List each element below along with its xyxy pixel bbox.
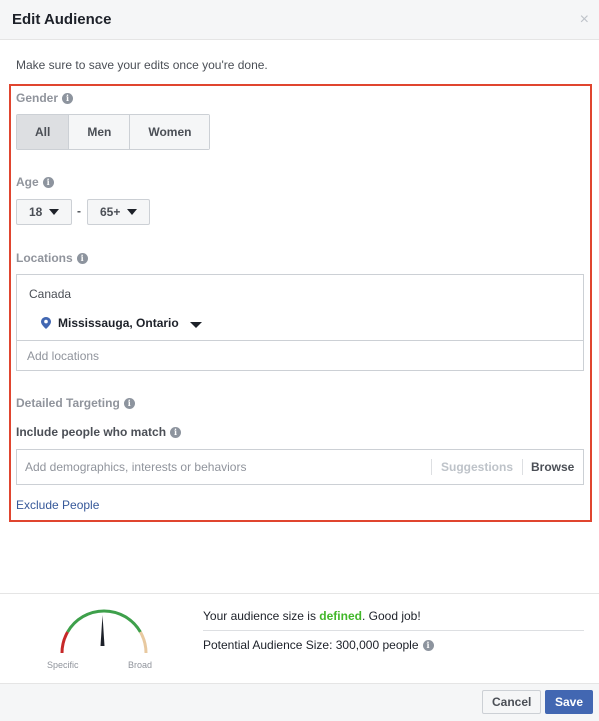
location-name: Mississauga, Ontario (58, 316, 179, 330)
gender-option-men[interactable]: Men (69, 115, 131, 149)
location-country: Canada (29, 287, 72, 301)
save-button[interactable]: Save (545, 690, 594, 714)
dialog-footer: Cancel Save (0, 683, 599, 721)
age-section-label: Age i (16, 175, 54, 189)
audience-size-status: Your audience size is defined. Good job! (203, 609, 421, 623)
detailed-targeting-input[interactable] (17, 450, 427, 484)
age-min-dropdown[interactable]: 18 (16, 199, 72, 225)
info-icon[interactable]: i (42, 177, 54, 188)
caret-down-icon (127, 209, 138, 215)
audience-size-defined: defined (319, 609, 362, 623)
detailed-targeting-label: Detailed Targeting (16, 396, 120, 410)
gender-option-all[interactable]: All (17, 115, 70, 149)
locations-box: Canada Mississauga, Ontario (16, 274, 584, 371)
exclude-people-link[interactable]: Exclude People (16, 498, 99, 512)
audience-summary: Specific Broad Your audience size is def… (0, 593, 599, 683)
info-icon[interactable]: i (170, 427, 182, 438)
age-min-value: 18 (29, 205, 43, 219)
detailed-targeting-section-label: Detailed Targeting i (16, 396, 135, 410)
gender-option-women[interactable]: Women (130, 115, 210, 149)
gauge-needle (100, 615, 105, 646)
age-range-separator: - (77, 204, 81, 218)
age-max-dropdown[interactable]: 65+ (87, 199, 150, 225)
caret-down-icon[interactable] (189, 322, 202, 328)
location-pin-icon (41, 317, 51, 329)
browse-button[interactable]: Browse (522, 459, 574, 475)
save-reminder-note: Make sure to save your edits once you're… (16, 58, 268, 72)
include-people-label: Include people who match (16, 425, 167, 439)
locations-label: Locations (16, 251, 73, 265)
gauge-specific-label: Specific (47, 660, 79, 670)
potential-audience-text: Potential Audience Size: 300,000 people (203, 638, 419, 652)
include-people-section-label: Include people who match i (16, 425, 182, 439)
suggestions-button[interactable]: Suggestions (431, 459, 521, 475)
cancel-button[interactable]: Cancel (482, 690, 542, 714)
gender-segmented-control: All Men Women (16, 114, 211, 150)
potential-audience-size: Potential Audience Size: 300,000 people i (203, 638, 434, 652)
age-max-value: 65+ (100, 205, 121, 219)
info-icon[interactable]: i (422, 640, 434, 651)
gauge-tan-arc (139, 631, 148, 654)
info-icon[interactable]: i (62, 93, 74, 104)
audience-size-prefix: Your audience size is (203, 609, 320, 623)
location-item[interactable]: Mississauga, Ontario (41, 316, 202, 330)
caret-down-icon (49, 209, 60, 215)
dialog-header: Edit Audience × (0, 0, 599, 40)
gender-section-label: Gender i (16, 91, 74, 105)
add-locations-input[interactable] (17, 340, 583, 370)
detailed-targeting-box: Suggestions Browse (16, 449, 584, 485)
locations-section-label: Locations i (16, 251, 88, 265)
gauge-broad-label: Broad (128, 660, 153, 670)
gender-label: Gender (16, 91, 59, 105)
audience-size-suffix: . Good job! (361, 609, 421, 623)
close-icon[interactable]: × (580, 9, 589, 31)
audience-gauge (60, 609, 148, 654)
info-icon[interactable]: i (76, 253, 88, 264)
info-icon[interactable]: i (123, 398, 135, 409)
summary-divider (203, 630, 584, 631)
gauge-red-arc (60, 631, 69, 654)
dialog-title: Edit Audience (12, 11, 112, 28)
age-label: Age (16, 175, 39, 189)
gauge-green-arc (66, 609, 142, 633)
